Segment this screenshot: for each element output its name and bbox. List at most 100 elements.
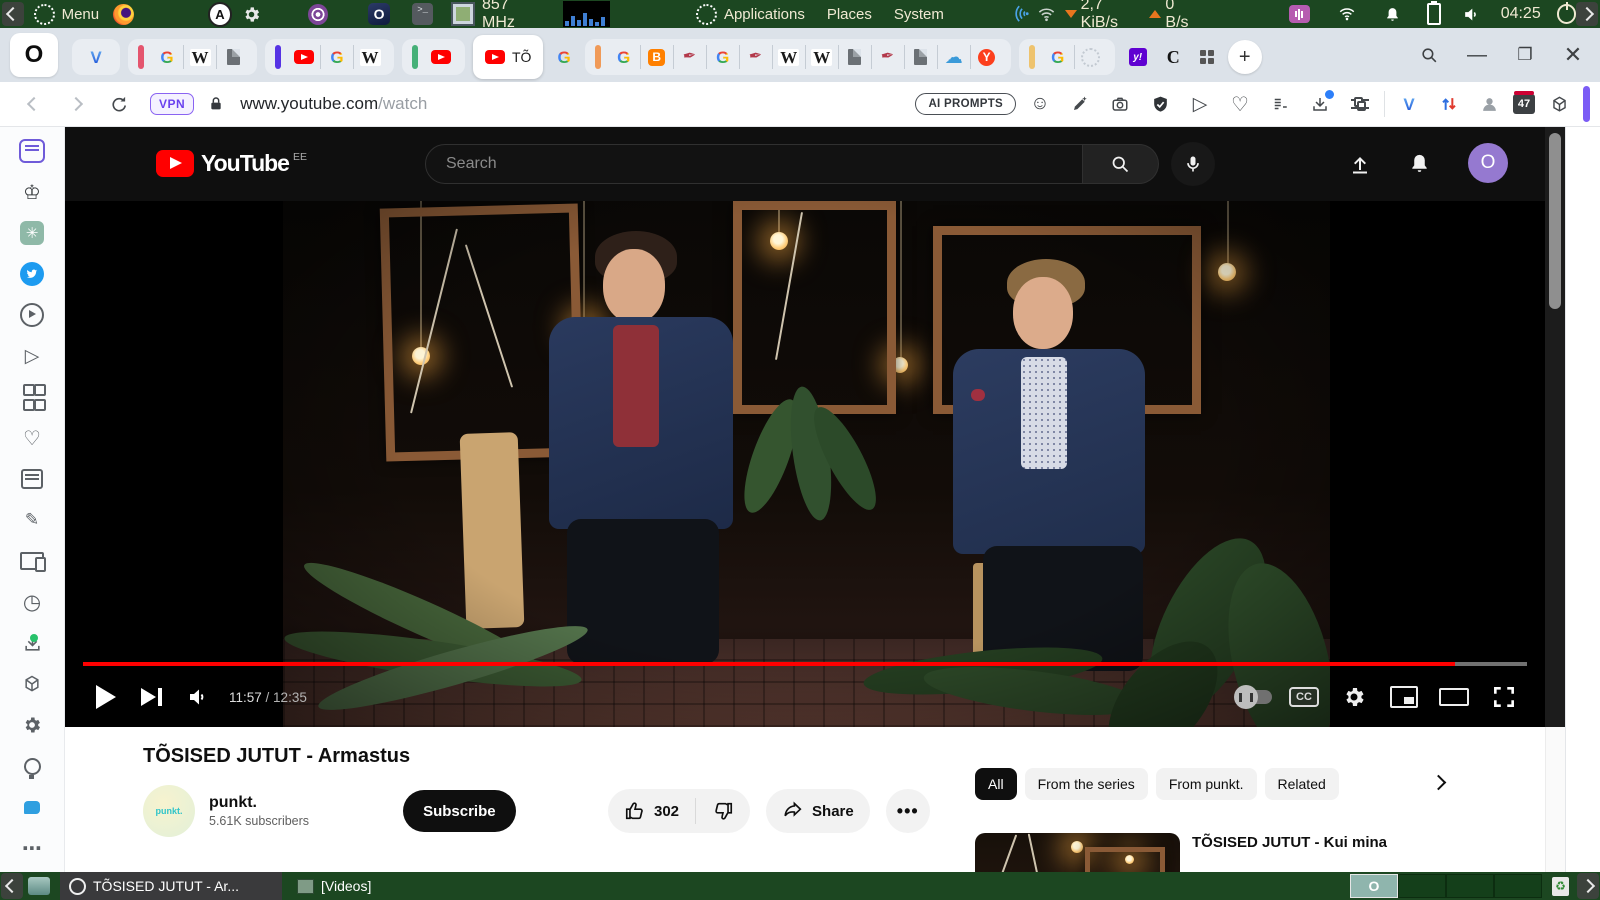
browser-tab[interactable]: W — [183, 45, 216, 69]
browser-tab[interactable]: W — [804, 45, 838, 69]
share-button[interactable]: Share — [766, 789, 870, 833]
channel-name[interactable]: punkt. — [209, 794, 309, 812]
play-button[interactable] — [83, 673, 129, 721]
more-actions-button[interactable]: ••• — [885, 789, 930, 833]
audio-mixer-tray-icon[interactable] — [1289, 5, 1310, 23]
menubar-system[interactable]: System — [894, 6, 944, 23]
mate-menu-button[interactable]: Menu — [28, 3, 106, 25]
sidebar-panel-indicator[interactable] — [1583, 86, 1590, 122]
search-button[interactable] — [1083, 144, 1159, 184]
tab-group[interactable]: GW — [128, 39, 257, 75]
volume-tray-icon[interactable] — [1455, 0, 1486, 30]
browser-tab[interactable] — [216, 45, 249, 69]
chip-from-the-series[interactable]: From the series — [1024, 768, 1148, 800]
panel-collapse-left-button[interactable] — [2, 2, 24, 26]
fullscreen-button[interactable] — [1481, 673, 1527, 721]
next-button[interactable] — [129, 673, 175, 721]
snapshot-camera-icon[interactable] — [1104, 88, 1136, 120]
sidebar-ideas-icon[interactable] — [13, 750, 51, 782]
browser-tab[interactable] — [837, 45, 871, 69]
miniplayer-button[interactable] — [1381, 673, 1427, 721]
browser-tab[interactable]: G — [151, 45, 183, 69]
panel-collapse-right-button[interactable] — [1576, 2, 1598, 26]
channel-avatar[interactable]: punkt. — [143, 785, 195, 837]
taskbar-task-opera[interactable]: TÕSISED JUTUT - Ar... — [60, 872, 282, 900]
sidebar-chatgpt-icon[interactable]: ✳ — [13, 217, 51, 249]
taskbar-collapse-right-button[interactable] — [1577, 873, 1599, 899]
reading-list-icon[interactable] — [1264, 88, 1296, 120]
sidebar-bookmarks-icon[interactable] — [13, 135, 51, 167]
window-list-icon[interactable] — [28, 877, 50, 895]
browser-tab[interactable]: ✒ — [870, 45, 904, 69]
browser-tab[interactable] — [1073, 45, 1107, 69]
reload-button[interactable] — [102, 88, 134, 120]
sidebar-news-icon[interactable] — [13, 463, 51, 495]
dislike-button[interactable] — [696, 800, 750, 822]
window-restore-button[interactable]: ❐ — [1508, 38, 1542, 72]
browser-tab[interactable]: G — [1042, 45, 1074, 69]
sidebar-speed-dial-icon[interactable] — [13, 381, 51, 413]
cpu-frequency-icon[interactable] — [451, 2, 476, 26]
sidebar-player-icon[interactable] — [13, 299, 51, 331]
ai-writer-pen-icon[interactable] — [1064, 88, 1096, 120]
tab-group[interactable]: GW — [265, 39, 394, 75]
subtitles-button[interactable]: CC — [1281, 673, 1327, 721]
sidebar-messenger-icon[interactable]: ▷ — [13, 340, 51, 372]
taskbar-task-videos[interactable]: [Videos] — [288, 872, 380, 900]
sidebar-extensions-icon[interactable] — [13, 668, 51, 700]
tab-search-button[interactable] — [1412, 38, 1446, 72]
related-video-item[interactable]: TÕSISED JUTUT - Kui mina — [975, 833, 1545, 872]
browser-tab[interactable] — [288, 45, 320, 69]
sidebar-history-icon[interactable]: ◷ — [13, 586, 51, 618]
like-button[interactable]: 302 — [608, 800, 695, 822]
chips-scroll-right-button[interactable] — [1430, 774, 1447, 793]
browser-tab[interactable] — [903, 45, 937, 69]
subscribe-button[interactable]: Subscribe — [403, 790, 516, 832]
extension-person-icon[interactable] — [1473, 88, 1505, 120]
tab-group[interactable]: G — [1018, 39, 1115, 75]
extension-traffic-arrows-icon[interactable] — [1433, 88, 1465, 120]
smiley-reaction-icon[interactable]: ☺ — [1024, 88, 1056, 120]
lock-icon[interactable] — [200, 88, 232, 120]
notifications-button[interactable] — [1408, 152, 1431, 175]
workspace-1[interactable]: O — [1350, 874, 1398, 898]
autoplay-toggle[interactable] — [1231, 673, 1277, 721]
accessibility-launcher-icon[interactable]: A — [207, 1, 233, 27]
account-avatar[interactable]: O — [1468, 143, 1508, 183]
chip-all[interactable]: All — [975, 768, 1017, 800]
tab-group[interactable]: G B ✒ G ✒ W W ✒ ☁ Y — [584, 39, 1011, 75]
workspace-3[interactable] — [1446, 874, 1494, 898]
bookmark-heart-icon[interactable]: ♡ — [1224, 88, 1256, 120]
window-minimize-button[interactable]: — — [1460, 38, 1494, 72]
extension-cube-icon[interactable] — [1543, 88, 1575, 120]
browser-tab[interactable]: G — [608, 45, 640, 69]
browser-tab[interactable]: Y — [969, 45, 1003, 69]
terminal-launcher-icon[interactable]: >_ — [411, 3, 434, 25]
browser-tab[interactable]: G — [320, 45, 353, 69]
radio-waves-icon[interactable] — [1006, 0, 1038, 30]
battery-icon[interactable] — [1426, 1, 1442, 25]
sidebar-chat-icon[interactable] — [13, 791, 51, 823]
voice-search-button[interactable] — [1171, 142, 1215, 186]
browser-tab[interactable] — [1194, 39, 1220, 75]
ai-prompts-button[interactable]: AI PROMPTS — [915, 93, 1016, 115]
page-scrollbar-track-lower[interactable] — [1545, 727, 1565, 872]
notifications-bell-icon[interactable] — [1377, 0, 1408, 30]
control-center-gear-icon[interactable] — [236, 0, 267, 30]
url-field[interactable]: www.youtube.com/watch — [240, 94, 427, 114]
search-input[interactable] — [444, 154, 1023, 174]
adblock-shield-icon[interactable] — [1144, 88, 1176, 120]
sidebar-downloads-icon[interactable] — [13, 627, 51, 659]
browser-tab[interactable]: V — [72, 39, 120, 75]
page-scrollbar-thumb[interactable] — [1549, 133, 1561, 309]
browser-tab[interactable]: ✒ — [738, 45, 772, 69]
sidebar-favorites-icon[interactable]: ♡ — [13, 422, 51, 454]
progress-bar[interactable] — [83, 662, 1527, 666]
taskbar-collapse-left-button[interactable] — [1, 873, 23, 899]
video-player[interactable]: 11:57 / 12:35 CC — [65, 201, 1545, 727]
extension-counter-badge[interactable]: 47 — [1513, 91, 1535, 114]
settings-gear-button[interactable] — [1331, 673, 1377, 721]
firefox-launcher-icon[interactable] — [113, 3, 134, 25]
volume-button[interactable] — [175, 673, 221, 721]
sidebar-more-icon[interactable]: ⋯ — [13, 832, 51, 864]
